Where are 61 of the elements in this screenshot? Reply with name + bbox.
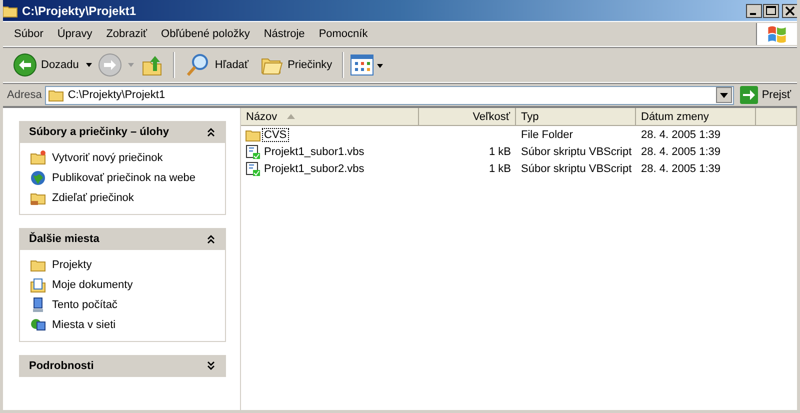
menu-item[interactable]: Nástroje [256,28,312,40]
menu-item[interactable]: Obľúbené položky [154,28,257,40]
chevron-icon[interactable] [206,127,216,137]
script-file-icon [245,160,261,176]
column-header[interactable]: Dátum zmeny [636,108,756,126]
go-button[interactable]: Prejsť [736,86,797,104]
address-label: Adresa [7,89,42,101]
sort-arrow-icon [287,114,296,119]
task-link[interactable]: Zdieľať priečinok [52,192,134,204]
search-icon [184,52,211,78]
task-link[interactable]: Projekty [52,259,92,271]
task-link[interactable]: Moje dokumenty [52,279,133,291]
file-type: Súbor skriptu VBScript [521,162,632,174]
dropdown-button[interactable] [716,87,732,103]
file-type: Súbor skriptu VBScript [521,146,632,158]
pane-title: Podrobnosti [29,360,94,372]
folders-button[interactable]: Priečinky [256,52,336,78]
globe-icon [30,170,46,186]
task-link[interactable]: Publikovať priečinok na webe [52,172,196,184]
close-button[interactable] [782,4,797,18]
minimize-button[interactable] [746,4,762,18]
menu-item[interactable]: Súbor [7,28,50,40]
file-size: 1 kB [488,146,511,158]
file-name[interactable]: Projekt1_subor1.vbs [262,144,366,158]
forward-button[interactable] [98,53,122,77]
file-date: 28. 4. 2005 1:39 [641,146,721,158]
search-button[interactable]: Hľadať [180,50,253,80]
computer-icon [30,297,46,313]
file-size: 1 kB [488,162,511,174]
pane-header[interactable]: Súbory a priečinky – úlohy [19,121,226,143]
documents-icon [30,277,46,293]
file-name[interactable]: Projekt1_subor2.vbs [262,162,366,176]
address-field[interactable]: C:\Projekty\Projekt1 [44,86,734,104]
file-date: 28. 4. 2005 1:39 [641,162,721,174]
pane-header[interactable]: Ďalšie miesta [19,228,226,250]
column-header[interactable]: Typ [516,108,636,126]
task-link[interactable]: Vytvoriť nový priečinok [52,152,163,164]
column-header[interactable]: Veľkosť [419,108,516,126]
header-filler [756,108,797,126]
menu-item[interactable]: Pomocník [312,28,375,40]
file-date: 28. 4. 2005 1:39 [641,128,721,140]
new-folder-icon [30,150,46,166]
file-type: File Folder [521,128,573,140]
caret-icon[interactable] [86,63,92,67]
menu-item[interactable]: Úpravy [50,28,100,40]
pane-header[interactable]: Podrobnosti [19,355,226,377]
back-button[interactable]: Dozadu [9,51,83,79]
pane-title: Ďalšie miesta [29,233,100,245]
network-icon [30,317,46,333]
pane-title: Súbory a priečinky – úlohy [29,126,169,138]
chevron-icon[interactable] [206,361,216,371]
menu-item[interactable]: Zobraziť [99,28,154,40]
script-file-icon [245,144,261,160]
maximize-button[interactable] [763,4,779,18]
task-link[interactable]: Tento počítač [52,299,118,311]
task-link[interactable]: Miesta v sieti [52,319,116,331]
window-title: C:\Projekty\Projekt1 [22,4,136,18]
file-name[interactable]: CVS [262,128,289,142]
chevron-icon[interactable] [206,234,216,244]
views-button[interactable] [350,54,384,76]
column-header[interactable]: Názov [241,108,419,126]
